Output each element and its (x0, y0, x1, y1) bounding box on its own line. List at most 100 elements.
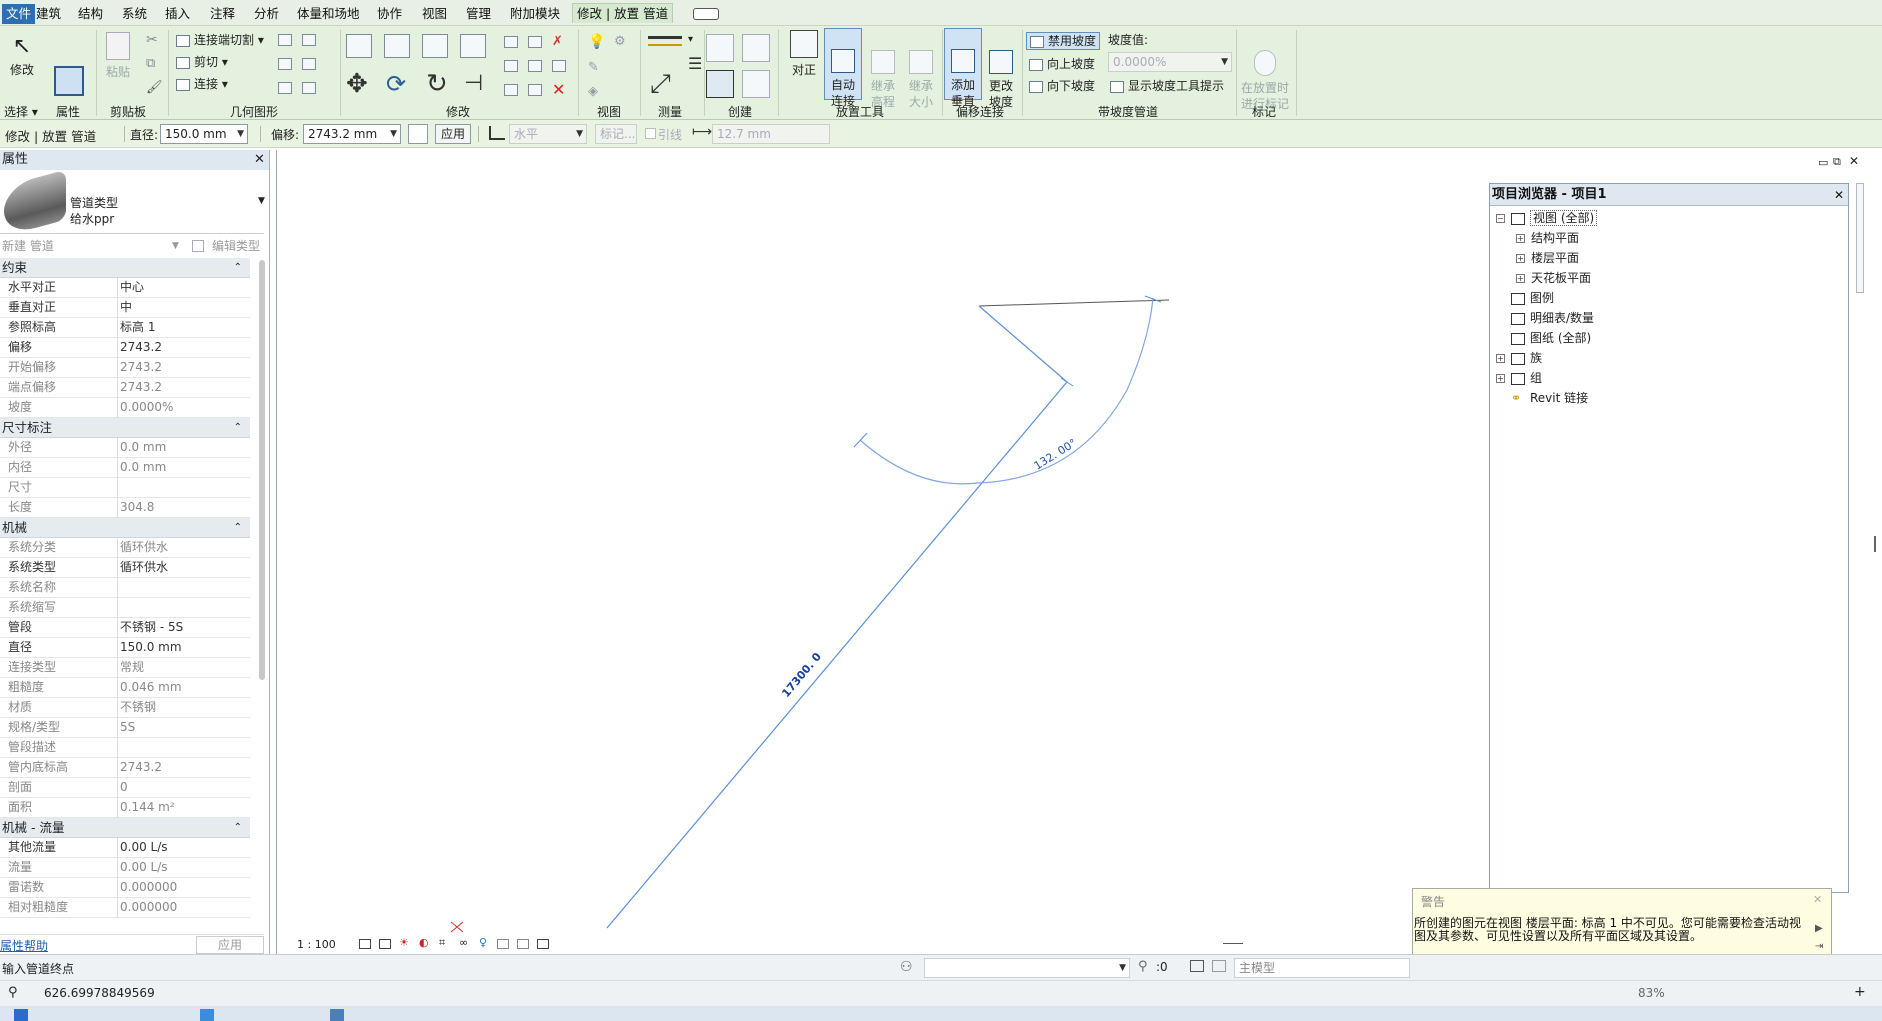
cut-geometry-button[interactable]: 剪切 ▾ (176, 54, 228, 70)
property-value[interactable]: 0.00 L/s (120, 838, 168, 857)
panel-select[interactable]: 选择 ▾ (4, 103, 38, 120)
apply-button[interactable]: 应用 (435, 124, 471, 144)
mirror-axis-icon[interactable] (422, 34, 448, 58)
modify-button[interactable]: ↖ 修改 (6, 32, 38, 78)
filter-icon[interactable]: ⚲ (8, 985, 18, 1000)
property-value[interactable]: 循环供水 (120, 538, 168, 557)
hide-icon[interactable]: ◈ (588, 84, 598, 99)
property-value[interactable]: 0.144 m² (120, 798, 175, 817)
workset-select[interactable]: ▼ (924, 958, 1130, 978)
edit-type-button[interactable]: 编辑类型 (190, 236, 260, 256)
property-row[interactable]: 直径 150.0 mm (0, 638, 250, 658)
expand-warning-icon[interactable]: ▶ (1815, 923, 1823, 934)
slope-down-button[interactable]: 向下坡度 (1029, 78, 1095, 94)
property-section-header[interactable]: 机械 - 流量 ⌃ (0, 818, 250, 838)
collapse-icon[interactable]: ⌃ (234, 818, 242, 837)
property-value[interactable]: 2743.2 (120, 358, 162, 377)
worksharing-icon[interactable] (517, 939, 529, 949)
match-properties-icon[interactable]: 🖌 (146, 80, 163, 95)
properties-button[interactable] (50, 32, 88, 100)
diameter-select[interactable]: 150.0 mm ▼ (160, 124, 248, 144)
property-value[interactable]: 标高 1 (120, 318, 155, 337)
tree-node-revit-links[interactable]: ⚭ Revit 链接 (1511, 390, 1588, 406)
property-row[interactable]: 管段描述 (0, 738, 250, 758)
expand-icon[interactable]: + (1496, 374, 1505, 383)
reveal-hidden-icon[interactable] (497, 939, 509, 949)
property-value[interactable]: 304.8 (120, 498, 154, 517)
property-row[interactable]: 偏移 2743.2 (0, 338, 250, 358)
property-value[interactable]: 常规 (120, 658, 144, 677)
tag-button[interactable]: 标记... (595, 124, 637, 144)
property-row[interactable]: 管内底标高 2743.2 (0, 758, 250, 778)
trim-multiple-icon[interactable] (504, 84, 518, 96)
close-view-icon[interactable]: ✕ (1849, 154, 1859, 168)
close-icon[interactable]: ✕ (1834, 184, 1844, 206)
tab-collaborate[interactable]: 协作 (373, 4, 406, 24)
array-icon[interactable] (504, 60, 518, 72)
tree-node-families[interactable]: + 族 (1496, 350, 1542, 366)
property-value[interactable]: 150.0 mm (120, 638, 182, 657)
minimize-view-icon[interactable]: ▭ (1818, 156, 1828, 169)
tree-node-sheets[interactable]: 图纸 (全部) (1511, 330, 1591, 346)
property-row[interactable]: 雷诺数 0.000000 (0, 878, 250, 898)
collapse-icon[interactable]: − (1496, 214, 1505, 223)
expand-icon[interactable]: + (1496, 354, 1505, 363)
show-crop-icon[interactable]: ∞ (459, 936, 468, 949)
auto-connect-button[interactable]: 自动 连接 (824, 28, 862, 108)
property-row[interactable]: 系统类型 循环供水 (0, 558, 250, 578)
cut-clip-icon[interactable]: ✂ (146, 32, 158, 48)
close-icon[interactable]: ✕ (1813, 893, 1822, 906)
tab-systems[interactable]: 系统 (118, 4, 151, 24)
tab-analyze[interactable]: 分析 (250, 4, 283, 24)
ribbon-toggle-icon[interactable] (693, 8, 719, 20)
trim-extend-icon[interactable]: ⊣ (464, 70, 483, 98)
temp-hide-icon[interactable]: ♀ (479, 936, 487, 949)
close-icon[interactable]: ✕ (254, 150, 265, 170)
tab-manage[interactable]: 管理 (462, 4, 495, 24)
property-value[interactable]: 循环供水 (120, 558, 168, 577)
trim-single-icon[interactable] (528, 84, 542, 96)
override-icon[interactable]: ⚙ (614, 34, 626, 49)
type-selector[interactable]: 管道类型 给水ppr ▼ (0, 169, 265, 237)
collapse-icon[interactable]: ⌃ (234, 258, 242, 277)
length-dimension[interactable]: 17300. 0 (779, 650, 824, 700)
restore-view-icon[interactable]: ⧉ (1833, 155, 1841, 169)
property-row[interactable]: 系统缩写 (0, 598, 250, 618)
property-section-header[interactable]: 机械 ⌃ (0, 518, 250, 538)
demolish-icon[interactable] (302, 58, 316, 70)
property-row[interactable]: 坡度 0.0000% (0, 398, 250, 418)
property-value[interactable]: 2743.2 (120, 338, 162, 357)
create-similar-icon[interactable] (706, 34, 734, 62)
zoom-in-icon[interactable]: + (1854, 984, 1866, 1000)
exclude-options-icon[interactable] (1212, 960, 1226, 972)
property-value[interactable]: 0.046 mm (120, 678, 182, 697)
rotate-icon[interactable]: ↻ (426, 70, 448, 98)
taskbar-app-icon[interactable] (330, 1009, 344, 1021)
tree-node-views[interactable]: − 视图 (全部) (1496, 210, 1598, 226)
disable-slope-button[interactable]: 禁用坡度 (1026, 32, 1101, 50)
property-section-header[interactable]: 约束 ⌃ (0, 258, 250, 278)
tree-node-groups[interactable]: + 组 (1496, 370, 1542, 386)
leader-length-input[interactable]: 12.7 mm (712, 124, 830, 144)
start-icon[interactable] (14, 1009, 28, 1021)
tree-node-structural-plans[interactable]: + 结构平面 (1516, 230, 1579, 246)
measure-between-icon[interactable] (648, 36, 682, 46)
horizontal-scroll-thumb[interactable] (1223, 943, 1243, 944)
taskbar-app-icon[interactable] (200, 1009, 214, 1021)
property-row[interactable]: 垂直对正 中 (0, 298, 250, 318)
property-value[interactable]: 0.0000% (120, 398, 173, 417)
expand-icon[interactable]: + (1516, 234, 1525, 243)
create-assembly-icon[interactable] (742, 34, 770, 62)
geometry-tool-icons[interactable] (276, 32, 336, 100)
sun-path-icon[interactable]: ☀ (399, 936, 409, 949)
tree-node-ceiling-plans[interactable]: + 天花板平面 (1516, 270, 1591, 286)
property-row[interactable]: 水平对正 中心 (0, 278, 250, 298)
cope-button[interactable]: 连接端切割 ▾ (176, 32, 264, 48)
property-value[interactable]: 5S (120, 718, 135, 737)
create-group-icon[interactable] (706, 70, 734, 98)
zoom-level[interactable]: 83% (1638, 986, 1665, 1000)
tree-node-floor-plans[interactable]: + 楼层平面 (1516, 250, 1579, 266)
paint-icon[interactable] (278, 58, 292, 70)
property-value[interactable]: 0.000000 (120, 878, 177, 897)
offset-select[interactable]: 2743.2 mm ▼ (303, 124, 401, 144)
